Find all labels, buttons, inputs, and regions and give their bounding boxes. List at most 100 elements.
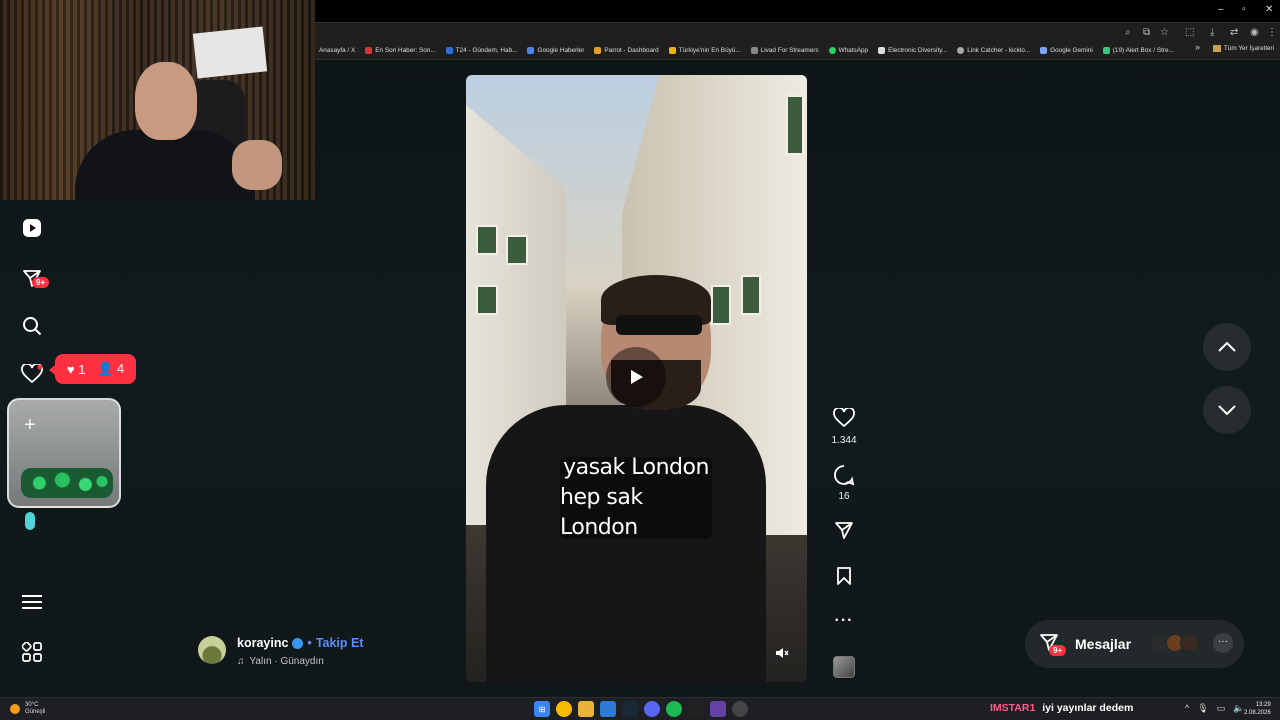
network-icon[interactable]: ▭ (1217, 703, 1226, 714)
weather-text: 30°C Güneşli (25, 702, 45, 716)
translate-icon[interactable]: ⇄ (1230, 27, 1238, 38)
cast-icon[interactable]: ⧉ (1143, 27, 1150, 38)
google-news-icon (527, 47, 535, 54)
author-username[interactable]: korayinc (237, 636, 288, 650)
bookmark-label: Google Haberler (537, 47, 585, 54)
tray-expand-icon[interactable]: ^ (1185, 703, 1189, 714)
chat-ticker: IMSTAR1 iyi yayınlar dedem (990, 702, 1133, 714)
bookmark-item[interactable]: Türkiye'nin En Büyü... (668, 47, 741, 54)
spotify-icon[interactable] (666, 701, 682, 717)
weather-condition: Güneşli (25, 709, 46, 715)
messages-more-icon[interactable]: ··· (1213, 633, 1233, 653)
menu-icon[interactable]: ⋮ (1267, 27, 1277, 38)
steam-icon[interactable] (622, 701, 638, 717)
building-window (786, 95, 804, 155)
building-window (506, 235, 528, 265)
profile-icon[interactable]: ◉ (1250, 27, 1259, 38)
twitch-icon[interactable] (710, 701, 726, 717)
minimize-icon[interactable]: – (1218, 4, 1224, 15)
taskbar-apps: ⊞ (534, 701, 748, 717)
follow-button[interactable]: Takip Et (316, 636, 364, 650)
clover-jar-widget: + (7, 398, 121, 508)
close-icon[interactable]: ✕ (1265, 4, 1273, 15)
obs-icon[interactable] (732, 701, 748, 717)
zoom-icon[interactable]: ⌕ (1125, 27, 1131, 38)
bookmark-item[interactable]: T24 - Gündem, Hab... (445, 47, 517, 54)
bookmark-label: Parrot - Dashboard (604, 47, 659, 54)
start-icon[interactable]: ⊞ (534, 701, 550, 717)
maximize-icon[interactable]: ▫ (1242, 4, 1246, 15)
avatar (1180, 633, 1200, 653)
browser-titlebar: – ▫ ✕ (315, 0, 1280, 22)
discord-icon[interactable] (644, 701, 660, 717)
bookmark-item[interactable]: Parrot - Dashboard (594, 47, 659, 54)
system-tray: ^ 🎙 ▭ 🔈 (1185, 703, 1244, 714)
direct-icon: 9+ (1039, 632, 1067, 657)
comment-button[interactable] (832, 464, 856, 491)
caption-line: hep sak London (560, 485, 643, 540)
audio-thumbnail[interactable] (833, 656, 855, 678)
bookmark-item[interactable]: Electronic Diversity... (878, 47, 947, 54)
clock-time: 13:29 (1255, 702, 1271, 708)
store-icon[interactable] (600, 701, 616, 717)
file-explorer-icon[interactable] (578, 701, 594, 717)
streamer-body (75, 130, 255, 200)
play-button[interactable] (606, 347, 666, 407)
next-reel-button[interactable] (1203, 386, 1251, 434)
bookmark-label: Türkiye'nin En Büyü... (678, 47, 741, 54)
globe-icon (957, 47, 965, 54)
livad-icon (750, 47, 758, 54)
messages-pill-badge: 9+ (1049, 644, 1067, 656)
building-window (476, 285, 498, 315)
notifications-heart-icon[interactable] (20, 362, 44, 386)
screen: – ▫ ✕ ⌕ ⧉ ☆ ⬚ ⤓ ⇄ ◉ ⋮ Anasayfa / X En So… (0, 0, 1280, 720)
direct-messages-icon[interactable]: 9+ (20, 266, 50, 290)
plus-icon: + (24, 414, 36, 436)
author-avatar[interactable] (198, 636, 226, 664)
weather-widget[interactable]: 30°C Güneşli (10, 702, 45, 716)
bookmark-item[interactable]: Link Catcher - kicklo... (957, 47, 1030, 54)
page-icon (878, 47, 886, 54)
chevron-up-icon (1218, 342, 1236, 352)
clock[interactable]: 13:29 2.08.2026 (1244, 701, 1271, 717)
reel-video[interactable]: yasak London hep sak London (466, 75, 807, 682)
bookmark-item[interactable]: Google Haberler (527, 47, 584, 54)
chrome-icon[interactable] (556, 701, 572, 717)
webcam-overlay (0, 0, 315, 200)
bookmark-item[interactable]: Livad For Streamers (750, 47, 819, 54)
reels-icon[interactable] (20, 216, 44, 240)
streamer-head (135, 62, 197, 140)
bookmarks-bar: Anasayfa / X En Son Haber: Son... T24 - … (315, 42, 1280, 60)
like-button[interactable] (832, 406, 856, 433)
bookmark-item[interactable]: En Son Haber: Son... (365, 47, 436, 54)
bookmark-item[interactable]: Anasayfa / X (319, 47, 355, 54)
search-icon[interactable] (20, 314, 44, 338)
previous-reel-button[interactable] (1203, 323, 1251, 371)
more-apps-icon[interactable] (20, 640, 44, 664)
gemini-icon (1040, 47, 1048, 54)
speaker-icon[interactable]: 🔈 (1233, 703, 1244, 714)
bookmark-item[interactable]: WhatsApp (828, 47, 868, 54)
share-button[interactable] (832, 520, 856, 545)
star-icon[interactable]: ☆ (1160, 27, 1169, 38)
bookmarks-overflow-button[interactable]: » (1195, 42, 1200, 52)
building-window (741, 275, 761, 315)
notifications-popup[interactable]: ♥ 1 👤 4 (49, 354, 136, 384)
microphone-icon[interactable]: 🎙 (1197, 703, 1208, 714)
streamer-hand (232, 140, 282, 190)
extensions-icon[interactable]: ⬚ (1185, 27, 1194, 38)
likes-count: 1 (78, 361, 86, 377)
all-bookmarks-button[interactable]: Tüm Yer İşaretleri (1212, 45, 1274, 52)
save-button[interactable] (832, 566, 856, 591)
messages-pill[interactable]: 9+ Mesajlar ··· (1025, 620, 1244, 668)
sunglasses (616, 315, 702, 335)
audio-track[interactable]: ♫ Yalın · Günaydın (237, 656, 324, 667)
download-icon[interactable]: ⤓ (1210, 27, 1214, 38)
bookmark-item[interactable]: (19) Alert Box / Stre... (1102, 47, 1174, 54)
hamburger-menu-icon[interactable] (20, 590, 44, 614)
more-options-icon[interactable]: ··· (832, 612, 856, 630)
verified-badge-icon (292, 637, 304, 649)
epic-games-icon[interactable] (688, 701, 704, 717)
volume-icon[interactable] (775, 647, 789, 662)
bookmark-item[interactable]: Google Gemini (1040, 47, 1093, 54)
